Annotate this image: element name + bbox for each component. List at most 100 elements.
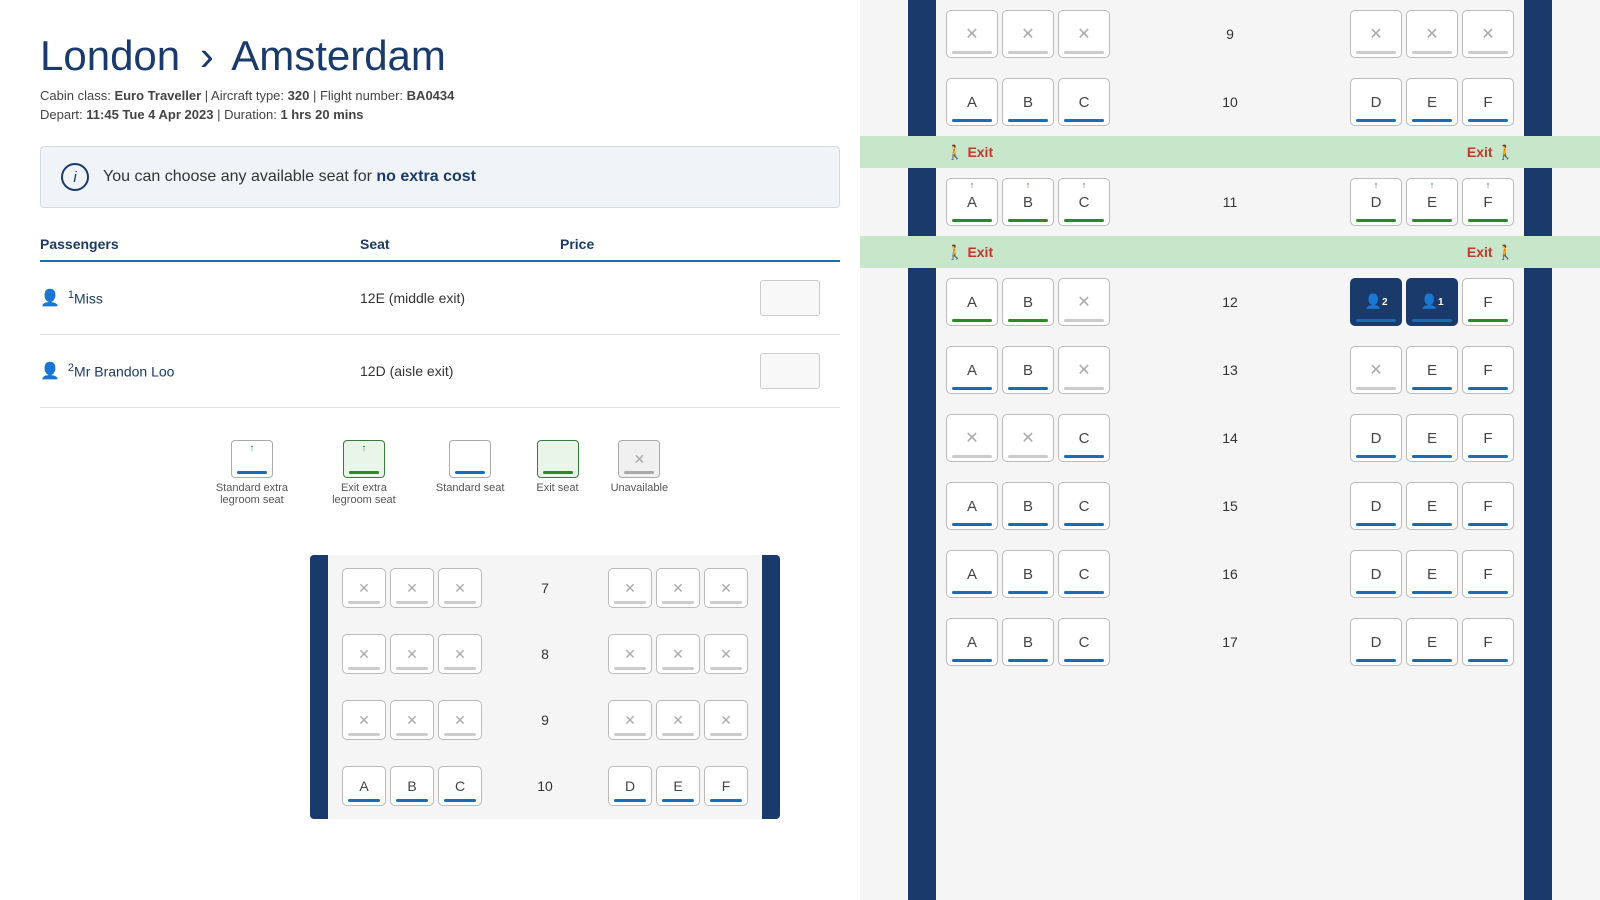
table-row: 👤 2Mr Brandon Loo 12D (aisle exit) xyxy=(40,335,840,408)
seat-map: ✕ ✕ ✕ 9 ✕ ✕ ✕ A B C 10 D xyxy=(860,0,1600,676)
page-title: London › Amsterdam xyxy=(40,32,840,80)
seat-cell[interactable]: C xyxy=(1058,550,1110,598)
seat-cell[interactable]: B xyxy=(1002,278,1054,326)
seat-cell[interactable]: B xyxy=(390,766,434,806)
seat-cell[interactable]: B xyxy=(1002,78,1054,126)
seat-cell: ✕ xyxy=(390,634,434,674)
seat-cell[interactable]: B xyxy=(1002,618,1054,666)
legend-exit-extra: ↑ Exit extra legroom seat xyxy=(324,440,404,506)
seat-cell[interactable]: ✕ xyxy=(1406,10,1458,58)
seat-cell[interactable]: D xyxy=(1350,618,1402,666)
seat-cell[interactable]: ✕ xyxy=(1058,278,1110,326)
seat-cell[interactable]: A xyxy=(946,618,998,666)
seat-cell[interactable]: ↑A xyxy=(946,178,998,226)
seat-cell[interactable]: B xyxy=(1002,550,1054,598)
depart-info: Depart: 11:45 Tue 4 Apr 2023 | Duration:… xyxy=(40,107,840,122)
seat-cell[interactable]: ↑E xyxy=(1406,178,1458,226)
bottom-left-seats: ✕ ✕ ✕ xyxy=(342,700,482,740)
seat-cell[interactable]: E xyxy=(656,766,700,806)
seat-cell[interactable]: E xyxy=(1406,414,1458,462)
seat-cell: ✕ xyxy=(342,568,386,608)
seat-row-16: A B C 16 D E F xyxy=(860,540,1600,608)
info-icon: i xyxy=(61,163,89,191)
bottom-row-num: 10 xyxy=(529,778,561,794)
seat-cell[interactable]: F xyxy=(1462,618,1514,666)
seat-cell[interactable]: A xyxy=(946,78,998,126)
seat-cell[interactable]: C xyxy=(1058,482,1110,530)
seat-cell[interactable]: ✕ xyxy=(1462,10,1514,58)
seat-row-17: A B C 17 D E F xyxy=(860,608,1600,676)
left-seats-14: ✕ ✕ C xyxy=(946,414,1110,462)
seat-cell[interactable]: F xyxy=(1462,346,1514,394)
seat-cell[interactable]: ✕ xyxy=(946,10,998,58)
seat-cell[interactable]: A xyxy=(946,482,998,530)
origin-city: London xyxy=(40,32,180,79)
seat-cell[interactable]: ↑D xyxy=(1350,178,1402,226)
seat-cell[interactable]: B xyxy=(1002,482,1054,530)
seat-cell[interactable]: F xyxy=(704,766,748,806)
seat-cell[interactable]: ✕ xyxy=(1058,346,1110,394)
seat-cell[interactable]: E xyxy=(1406,550,1458,598)
x-icon: ✕ xyxy=(633,451,645,468)
passengers-table: Passengers Seat Price 👤 1Miss 12E (middl… xyxy=(40,236,840,408)
seat-cell[interactable]: C xyxy=(1058,414,1110,462)
row-number-13: 13 xyxy=(1210,362,1250,378)
legend-seat-exit xyxy=(537,440,579,478)
seat-cell[interactable]: D xyxy=(608,766,652,806)
seat-cell[interactable]: C xyxy=(1058,78,1110,126)
seat-cell[interactable]: D xyxy=(1350,482,1402,530)
seat-cell[interactable]: D xyxy=(1350,78,1402,126)
seat-cell[interactable]: D xyxy=(1350,550,1402,598)
seat-cell[interactable]: A xyxy=(946,278,998,326)
seat-cell[interactable]: A xyxy=(342,766,386,806)
bottom-right-seats: D E F xyxy=(608,766,748,806)
seat-cell[interactable]: C xyxy=(1058,618,1110,666)
seat-cell[interactable]: F xyxy=(1462,550,1514,598)
seat-cell[interactable]: A xyxy=(946,346,998,394)
seat-bar-green xyxy=(349,471,379,474)
seat-cell[interactable]: E xyxy=(1406,346,1458,394)
seat-cell[interactable]: ✕ xyxy=(1350,10,1402,58)
col-header-price: Price xyxy=(560,236,840,252)
seat-cell[interactable]: ✕ xyxy=(1058,10,1110,58)
seat-cell[interactable]: ✕ xyxy=(1002,414,1054,462)
passenger-1-seat: 12E (middle exit) xyxy=(360,290,560,306)
arrow-up-green-icon: ↑ xyxy=(361,443,366,454)
seat-cell[interactable]: ✕ xyxy=(1350,346,1402,394)
seat-row-15: A B C 15 D E F xyxy=(860,472,1600,540)
seat-cell[interactable]: ↑C xyxy=(1058,178,1110,226)
seat-cell[interactable]: 👤2 xyxy=(1350,278,1402,326)
seat-cell[interactable]: 👤1 xyxy=(1406,278,1458,326)
bottom-right-seats: ✕ ✕ ✕ xyxy=(608,568,748,608)
seat-cell: ✕ xyxy=(656,700,700,740)
seat-cell[interactable]: ↑F xyxy=(1462,178,1514,226)
seat-cell[interactable]: D xyxy=(1350,414,1402,462)
seat-cell[interactable]: ✕ xyxy=(946,414,998,462)
seat-cell[interactable]: E xyxy=(1406,482,1458,530)
seat-cell[interactable]: E xyxy=(1406,618,1458,666)
row-number-14: 14 xyxy=(1210,430,1250,446)
seat-cell: ✕ xyxy=(608,634,652,674)
col-header-passengers: Passengers xyxy=(40,236,360,252)
seat-cell[interactable]: C xyxy=(438,766,482,806)
seat-cell[interactable]: F xyxy=(1462,78,1514,126)
row-number-11: 11 xyxy=(1210,194,1250,210)
seat-cell[interactable]: A xyxy=(946,550,998,598)
right-seats-9: ✕ ✕ ✕ xyxy=(1350,10,1514,58)
seat-cell[interactable]: E xyxy=(1406,78,1458,126)
right-seats-17: D E F xyxy=(1350,618,1514,666)
price-box-1 xyxy=(760,280,820,316)
seat-cell[interactable]: F xyxy=(1462,414,1514,462)
row-number-9: 9 xyxy=(1210,26,1250,42)
seat-bar-blue xyxy=(237,471,267,474)
route-chevron: › xyxy=(200,32,214,79)
seat-cell[interactable]: F xyxy=(1462,278,1514,326)
seat-cell[interactable]: B xyxy=(1002,346,1054,394)
seat-cell[interactable]: ↑B xyxy=(1002,178,1054,226)
bottom-row-8: ✕ ✕ ✕ 8 ✕ ✕ ✕ xyxy=(320,621,770,687)
seat-cell[interactable]: ✕ xyxy=(1002,10,1054,58)
seat-cell: ✕ xyxy=(704,568,748,608)
seat-cell[interactable]: F xyxy=(1462,482,1514,530)
seat-row-9: ✕ ✕ ✕ 9 ✕ ✕ ✕ xyxy=(860,0,1600,68)
legend-exit: Exit seat xyxy=(536,440,578,494)
